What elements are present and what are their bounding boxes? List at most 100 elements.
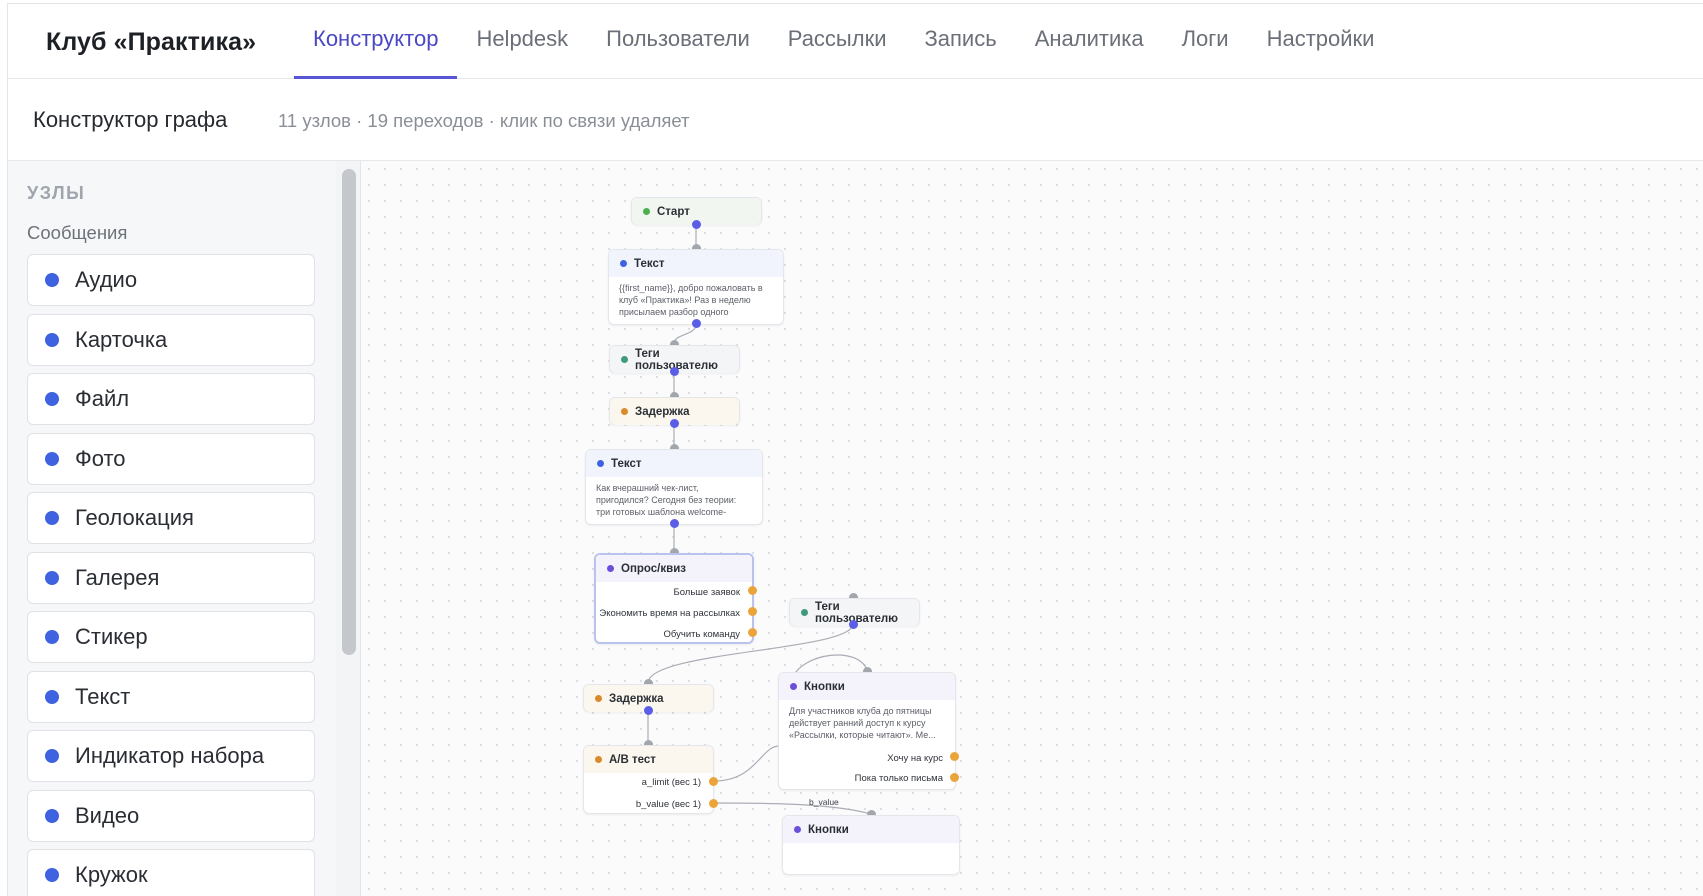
palette-item-label: Кружок [75,862,148,887]
interactive-dot-icon [790,683,797,690]
message-dot-icon [620,260,627,267]
port-ab-variant-b[interactable] [709,799,718,808]
port-tags1-out[interactable] [670,367,679,376]
palette-item-label: Карточка [75,326,168,352]
palette-item-label: Стикер [75,624,148,649]
node-text-preview: Для участников клуба до пятницы действуе… [789,706,936,740]
sidebar-scrollbar-thumb[interactable] [342,169,356,655]
node-text-preview: Как вчерашний чек-лист, пригодился? Сего… [596,483,737,517]
button-option: Пока только письма [854,773,943,784]
tags-dot-icon [621,356,628,363]
palette-item-label: Индикатор набора [75,743,265,768]
palette-item-label: Геолокация [75,505,194,530]
port-text1-out[interactable] [692,319,701,328]
interactive-dot-icon [794,826,801,833]
node-title: Опрос/квиз [621,562,686,575]
node-title: Задержка [609,692,664,705]
node-title: Текст [611,457,642,470]
node-type-dot-icon [45,749,59,763]
node-buttons[interactable]: Кнопки Для участников клуба до пятницы д… [778,672,956,790]
node-palette-sidebar: УЗЛЫ Сообщения Аудио Карточка Файл Фото … [8,161,337,896]
node-type-dot-icon [45,511,59,525]
ab-variant: a_limit (вес 1) [641,777,701,788]
brand-title: Клуб «Практика» [46,28,257,56]
node-title: Старт [657,205,690,218]
palette-item-label: Файл [75,386,130,411]
node-type-dot-icon [45,332,59,347]
palette-item-card[interactable]: Карточка [27,313,315,366]
tab-logs[interactable]: Логи [1163,4,1248,78]
palette-item-video[interactable]: Видео [27,789,315,842]
button-option: Хочу на курс [887,753,943,764]
palette-item-label: Текст [75,683,131,709]
page-subheader: Конструктор графа 11 узлов · 19 переходо… [8,79,1703,161]
page-title: Конструктор графа [33,107,228,132]
edge-ab-b-buttons2[interactable] [713,802,872,815]
node-title: Текст [634,257,665,270]
tab-constructor[interactable]: Конструктор [294,4,458,79]
node-type-dot-icon [45,392,59,406]
tab-mailings[interactable]: Рассылки [769,4,906,78]
graph-canvas[interactable]: Старт Текст {{first_name}}, добро пожало… [361,161,1703,896]
delay-dot-icon [595,695,602,702]
poll-option: Экономить время на рассылках [599,608,740,619]
port-poll-option-1[interactable] [748,586,757,595]
port-poll-option-3[interactable] [748,628,757,637]
port-buttons-option-2[interactable] [950,773,959,782]
node-title: A/B тест [609,753,656,766]
palette-item-geolocation[interactable]: Геолокация [27,492,315,544]
node-type-dot-icon [45,630,59,644]
palette-item-typing-indicator[interactable]: Индикатор набора [27,730,315,782]
palette-item-sticker[interactable]: Стикер [27,611,315,663]
palette-item-gallery[interactable]: Галерея [27,551,315,604]
tab-settings[interactable]: Настройки [1248,4,1394,78]
node-poll-quiz[interactable]: Опрос/квиз Больше заявок Экономить время… [594,553,754,644]
port-delay1-out[interactable] [670,419,679,428]
tab-users[interactable]: Пользователи [587,4,769,78]
node-text-welcome[interactable]: Текст {{first_name}}, добро пожаловать в… [608,249,784,325]
tab-helpdesk[interactable]: Helpdesk [457,4,587,78]
node-type-dot-icon [45,868,59,882]
port-start-out[interactable] [692,220,701,229]
node-title: Кнопки [808,823,849,836]
port-text2-out[interactable] [670,519,679,528]
palette-item-video-note[interactable]: Кружок [27,849,315,896]
main-tabs: Конструктор Helpdesk Пользователи Рассыл… [294,4,1394,79]
node-title: Теги пользователю [815,600,898,625]
poll-option: Больше заявок [673,587,740,598]
tab-analytics[interactable]: Аналитика [1016,4,1163,78]
node-ab-test[interactable]: A/B тест a_limit (вес 1) b_value (вес 1) [583,745,714,814]
palette-item-label: Галерея [75,564,160,590]
top-navigation: Клуб «Практика» Конструктор Helpdesk Пол… [8,4,1703,79]
palette-item-label: Аудио [75,267,138,292]
node-title: Задержка [635,405,690,418]
node-type-dot-icon [45,273,59,287]
app-frame: Клуб «Практика» Конструктор Helpdesk Пол… [7,3,1703,896]
palette-group-title: Сообщения [27,222,128,243]
graph-stats: 11 узлов · 19 переходов · клик по связи … [278,110,690,131]
palette-item-label: Видео [75,802,140,828]
node-title: Кнопки [804,680,845,693]
port-ab-variant-a[interactable] [709,777,718,786]
tab-booking[interactable]: Запись [906,4,1016,78]
palette-item-text[interactable]: Текст [27,670,315,723]
palette-item-file[interactable]: Файл [27,373,315,425]
palette-item-label: Фото [75,445,126,471]
port-delay2-out[interactable] [644,706,653,715]
port-buttons-option-1[interactable] [950,752,959,761]
start-dot-icon [643,208,650,215]
node-buttons-2[interactable]: Кнопки [782,815,960,875]
palette-item-audio[interactable]: Аудио [27,254,315,306]
interactive-dot-icon [607,565,614,572]
message-dot-icon [597,460,604,467]
node-type-dot-icon [45,689,59,704]
palette-item-photo[interactable]: Фото [27,432,315,485]
port-poll-option-2[interactable] [748,607,757,616]
sidebar-scrollbar[interactable] [336,161,361,896]
node-text-preview: {{first_name}}, добро пожаловать в клуб … [619,283,763,317]
edge-label-b-value: b_value [809,797,839,807]
port-tags2-out[interactable] [849,620,858,629]
node-type-dot-icon [45,451,59,466]
tags-dot-icon [801,609,808,616]
node-text-checklist[interactable]: Текст Как вчерашний чек-лист, пригодился… [585,449,763,525]
